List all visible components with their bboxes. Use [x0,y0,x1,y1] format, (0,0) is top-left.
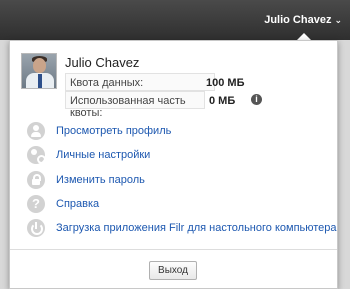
settings-icon [27,146,46,164]
topbar-user-name: Julio Chavez [264,14,332,26]
power-icon [27,219,45,237]
avatar [21,53,57,89]
used-quota-value: 0 МБ [209,95,236,107]
help-icon: ? [27,195,45,213]
data-quota-row: Квота данных: 100 МБ [65,73,244,91]
menu-item-download-desktop-app[interactable]: Загрузка приложения Filr для настольного… [27,218,337,238]
menu-item-label: Загрузка приложения Filr для настольного… [56,222,337,234]
used-quota-label: Использованная часть квоты: [70,95,186,119]
chevron-down-icon: ⌄ [334,15,342,25]
background-page-right [338,40,350,289]
background-page-left [0,40,9,289]
profile-user-name: Julio Chavez [65,55,140,70]
user-dropdown-panel: Julio Chavez Квота данных: 100 МБ Исполь… [9,40,338,289]
data-quota-value: 100 МБ [206,77,245,89]
menu-item-change-password[interactable]: Изменить пароль [27,170,327,190]
info-icon[interactable]: i [251,94,262,105]
menu-item-label: Справка [56,198,100,210]
lock-icon [27,171,45,189]
user-menu-toggle[interactable]: Julio Chavez ⌄ [264,14,342,26]
data-quota-label: Квота данных: [70,77,144,89]
menu-item-help[interactable]: ? Справка [27,194,327,214]
logout-button[interactable]: Выход [149,261,197,280]
menu-item-label: Личные настройки [56,149,151,161]
menu-item-label: Просмотреть профиль [56,125,172,137]
used-quota-row: Использованная часть квоты: 0 МБ [65,91,235,119]
divider [10,249,337,250]
menu-item-personal-settings[interactable]: Личные настройки [27,145,327,165]
menu-item-label: Изменить пароль [56,174,145,186]
person-icon [27,122,45,140]
menu-item-view-profile[interactable]: Просмотреть профиль [27,121,327,141]
